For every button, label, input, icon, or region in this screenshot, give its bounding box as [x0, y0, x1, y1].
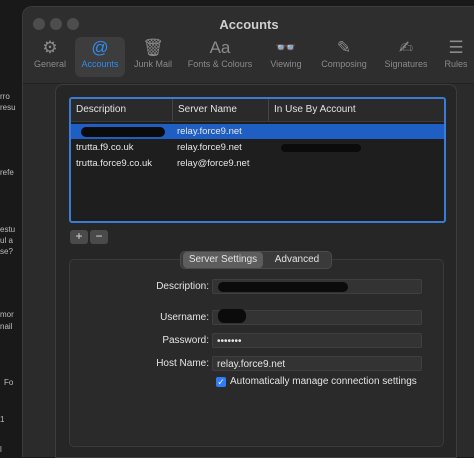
toolbar-label: General: [33, 59, 67, 69]
bg-fragment: mor: [0, 310, 14, 319]
toolbar-rules[interactable]: ☰ Rules: [439, 37, 473, 77]
toolbar-junk-mail[interactable]: 🗑 Junk Mail: [129, 37, 177, 77]
column-header-server-name[interactable]: Server Name: [172, 99, 270, 121]
hostname-field[interactable]: relay.force9.net: [212, 356, 422, 371]
toolbar-signatures[interactable]: ✍ Signatures: [379, 37, 433, 77]
table-header: Description Server Name In Use By Accoun…: [71, 99, 444, 122]
toolbar-label: Signatures: [384, 59, 428, 69]
password-field[interactable]: •••••••: [212, 333, 422, 348]
toolbar-label: Junk Mail: [133, 59, 172, 69]
bg-fragment: estu: [0, 225, 16, 234]
auto-manage-label: Automatically manage connection settings: [230, 376, 417, 387]
bg-fragment: se?: [0, 247, 13, 256]
cell-server-name: relay@force9.net: [177, 158, 250, 169]
server-settings-group: Description: Username: Password: •••••••…: [69, 259, 444, 447]
compose-icon: ✎: [336, 38, 352, 57]
cell-description: trutta.f9.co.uk: [76, 142, 134, 153]
column-header-description[interactable]: Description: [71, 99, 174, 121]
window-title: Accounts: [219, 17, 279, 32]
hostname-label: Host Name:: [156, 358, 209, 369]
auto-manage-checkbox[interactable]: ✓: [216, 377, 226, 387]
redaction-mark: [218, 282, 348, 292]
rules-icon: ☰: [448, 38, 464, 57]
bg-fragment: 1: [0, 415, 5, 424]
cell-description: trutta.force9.co.uk: [76, 158, 153, 169]
font-icon: Aa: [209, 38, 231, 57]
username-label: Username:: [160, 312, 209, 323]
toolbar-accounts[interactable]: @ Accounts: [75, 37, 125, 77]
redaction-mark: [281, 144, 361, 152]
smtp-server-table[interactable]: Description Server Name In Use By Accoun…: [69, 97, 446, 223]
bg-fragment: l: [0, 445, 2, 454]
column-header-in-use-by[interactable]: In Use By Account: [268, 99, 444, 121]
description-label: Description:: [156, 281, 209, 292]
toolbar-viewing[interactable]: 👓 Viewing: [263, 37, 309, 77]
password-label: Password:: [162, 335, 209, 346]
bg-fragment: rro: [0, 92, 10, 101]
tab-advanced[interactable]: Advanced: [265, 252, 329, 268]
bg-fragment: refe: [0, 168, 14, 177]
toolbar-fonts-colours[interactable]: Aa Fonts & Colours: [183, 37, 257, 77]
glasses-icon: 👓: [275, 38, 297, 57]
titlebar: Accounts ⚙ General @ Accounts 🗑 Junk Mai…: [23, 7, 474, 84]
at-icon: @: [91, 38, 109, 57]
smtp-server-sheet: Description Server Name In Use By Accoun…: [55, 84, 457, 458]
toolbar-composing[interactable]: ✎ Composing: [315, 37, 373, 77]
toolbar-label: Composing: [321, 59, 367, 69]
cell-server-name: relay.force9.net: [177, 126, 242, 137]
toolbar-label: Rules: [444, 59, 468, 69]
remove-server-button[interactable]: −: [90, 230, 108, 244]
table-row[interactable]: relay.force9.net: [71, 124, 444, 139]
settings-tab-control: Server Settings Advanced: [180, 251, 332, 269]
redaction-mark: [218, 309, 246, 323]
tab-server-settings[interactable]: Server Settings: [183, 252, 263, 268]
bg-fragment: nail: [0, 322, 13, 331]
trash-icon: 🗑: [142, 38, 164, 57]
toolbar-label: Viewing: [270, 59, 302, 69]
table-row[interactable]: trutta.force9.co.uk relay@force9.net: [71, 156, 444, 171]
bg-fragment: resu: [0, 103, 16, 112]
table-row[interactable]: trutta.f9.co.uk relay.force9.net: [71, 140, 444, 155]
toolbar-label: Fonts & Colours: [187, 59, 253, 69]
add-server-button[interactable]: +: [70, 230, 88, 244]
bg-fragment: ul a: [0, 236, 13, 245]
gear-icon: ⚙: [42, 38, 58, 57]
cell-server-name: relay.force9.net: [177, 142, 242, 153]
toolbar-label: Accounts: [81, 59, 119, 69]
bg-fragment: Fo: [4, 378, 14, 387]
signature-icon: ✍: [398, 38, 414, 57]
toolbar-general[interactable]: ⚙ General: [29, 37, 71, 77]
redaction-mark: [81, 127, 165, 137]
